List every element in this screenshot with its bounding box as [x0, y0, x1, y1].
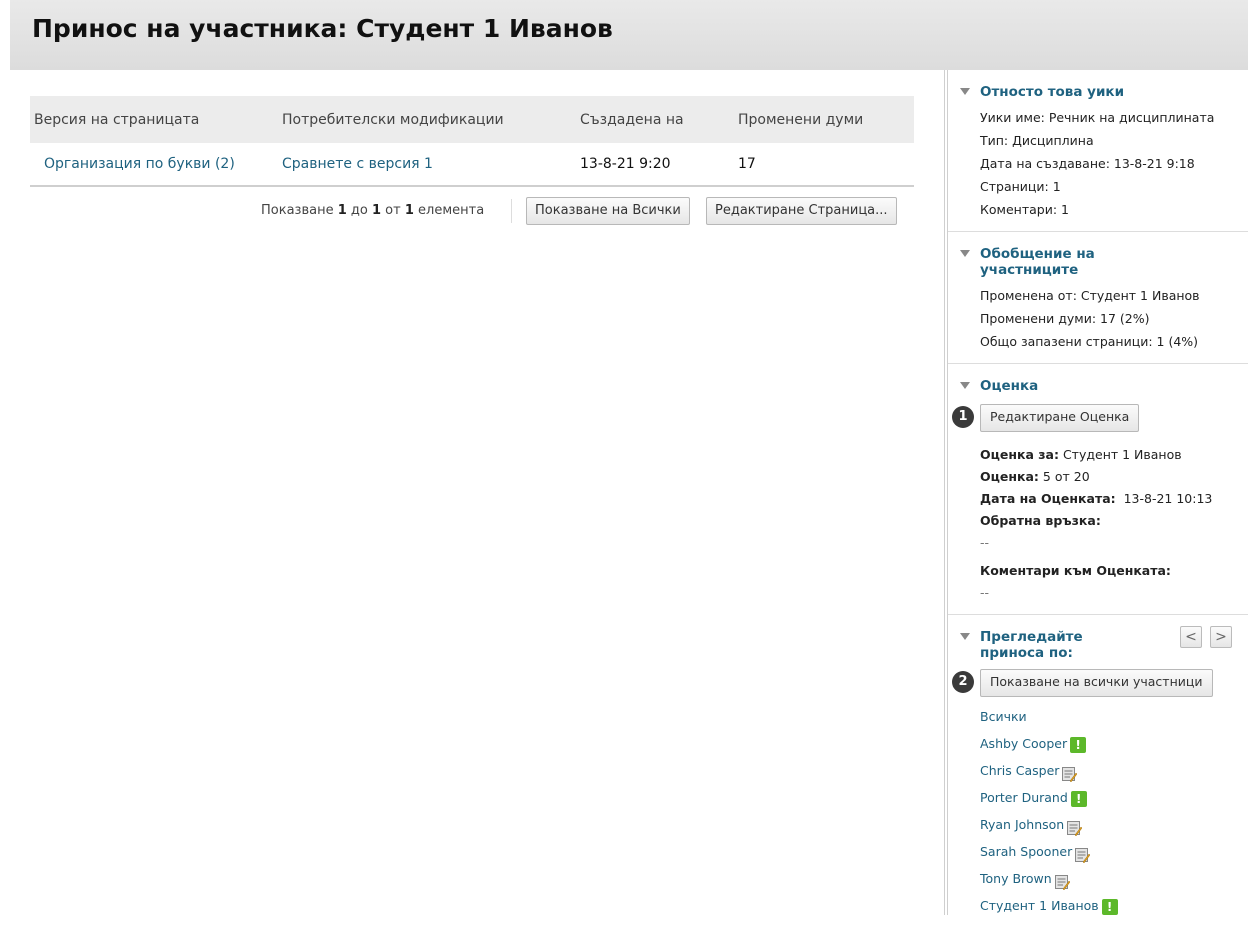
pagination-info: Показване 1 до 1 от 1 елемента: [261, 203, 485, 218]
wiki-type: Тип: Дисциплина: [980, 133, 1094, 148]
show-all-participants-button[interactable]: Показване на всички участници: [980, 669, 1213, 697]
wiki-name: Уики име: Речник на дисциплината: [980, 110, 1215, 125]
page-header: Принос на участника: Студент 1 Иванов: [10, 0, 1248, 70]
wiki-pages: Страници: 1: [980, 179, 1061, 194]
review-contribution-title: Прегледайте приноса по:: [980, 629, 1083, 661]
about-wiki-details: Уики име: Речник на дисциплината Тип: Ди…: [960, 106, 1238, 221]
participant-link[interactable]: Chris Casper: [980, 763, 1059, 778]
participant-link[interactable]: Tony Brown: [980, 871, 1052, 886]
show-all-participants-row: 2 Показване на всички участници: [952, 669, 1238, 697]
participant-summary-details: Променена от: Студент 1 Иванов Променени…: [960, 284, 1238, 353]
list-item: Porter Durand!: [980, 784, 1238, 811]
sidebar: Относто това уики Уики име: Речник на ди…: [948, 70, 1248, 929]
graded-note-icon: [1062, 764, 1078, 782]
participant-summary-toggle[interactable]: Обобщение на участниците: [960, 246, 1238, 278]
compare-version-link[interactable]: Сравнете с версия 1: [282, 156, 433, 172]
table-row: Организация по букви (2) Сравнете с верс…: [30, 143, 914, 187]
callout-badge-2: 2: [952, 671, 974, 693]
callout-badge-1: 1: [952, 406, 974, 428]
grade-toggle[interactable]: Оценка: [960, 378, 1238, 394]
show-all-button[interactable]: Показване на Всички: [526, 197, 690, 225]
grade-title: Оценка: [980, 378, 1039, 394]
pager-divider: [511, 199, 512, 223]
grade-comments-label: Коментари към Оценката:: [980, 563, 1171, 578]
needs-grading-icon: !: [1070, 790, 1087, 807]
grade-for: Оценка за: Студент 1 Иванов: [980, 447, 1182, 462]
main-content: Версия на страницата Потребителски модиф…: [30, 96, 914, 229]
participant-link[interactable]: Студент 1 Иванов: [980, 898, 1099, 913]
edit-grade-button[interactable]: Редактиране Оценка: [980, 404, 1140, 432]
grade-comments-value: --: [980, 585, 990, 600]
column-header-words: Променени думи: [738, 111, 864, 128]
needs-grading-icon: !: [1101, 898, 1118, 915]
participant-link[interactable]: Porter Durand: [980, 790, 1068, 805]
list-item: Tony Brown: [980, 865, 1238, 892]
about-wiki-toggle[interactable]: Относто това уики: [960, 84, 1238, 100]
collapse-triangle-icon: [960, 88, 970, 95]
wiki-created: Дата на създаване: 13-8-21 9:18: [980, 156, 1195, 171]
participant-list: Всички Ashby Cooper! Chris Casper Porter…: [960, 703, 1238, 919]
collapse-triangle-icon: [960, 633, 970, 640]
column-header-version: Версия на страницата: [34, 111, 200, 128]
collapse-triangle-icon: [960, 382, 970, 389]
participant-link[interactable]: Sarah Spooner: [980, 844, 1072, 859]
graded-note-icon: [1054, 872, 1071, 890]
grade-section: Оценка 1 Редактиране Оценка Оценка за: С…: [948, 364, 1248, 615]
wiki-comments: Коментари: 1: [980, 202, 1069, 217]
table-header: Версия на страницата Потребителски модиф…: [30, 96, 914, 143]
collapse-triangle-icon: [960, 250, 970, 257]
participant-summary-title: Обобщение на участниците: [980, 246, 1095, 278]
pages-saved: Общо запазени страници: 1 (4%): [980, 334, 1199, 349]
created-date: 13-8-21 9:20: [580, 156, 671, 172]
needs-grading-icon: !: [1070, 736, 1087, 753]
graded-note-icon: [1075, 845, 1091, 863]
list-item: Ashby Cooper!: [980, 730, 1238, 757]
page-version-link[interactable]: Организация по букви (2): [44, 156, 235, 172]
about-wiki-section: Относто това уики Уики име: Речник на ди…: [948, 70, 1248, 232]
feedback-value: --: [980, 535, 990, 550]
feedback-label: Обратна връзка:: [980, 513, 1101, 528]
participant-summary-section: Обобщение на участниците Променена от: С…: [948, 232, 1248, 364]
about-wiki-title: Относто това уики: [980, 84, 1125, 100]
list-item: Sarah Spooner: [980, 838, 1238, 865]
list-item: Ryan Johnson: [980, 811, 1238, 838]
grade-value: Оценка: 5 от 20: [980, 469, 1090, 484]
participant-link[interactable]: Ashby Cooper: [980, 736, 1067, 751]
words-changed: Променени думи: 17 (2%): [980, 311, 1150, 326]
column-header-modifications: Потребителски модификации: [282, 111, 504, 128]
sidebar-divider: [944, 70, 945, 915]
grade-edit-row: 1 Редактиране Оценка: [952, 404, 1238, 432]
pagination: Показване 1 до 1 от 1 елемента Показване…: [30, 195, 914, 229]
next-participant-button[interactable]: >: [1210, 626, 1232, 648]
grade-date: Дата на Оценката: 13-8-21 10:13: [980, 491, 1213, 506]
column-header-created: Създадена на: [580, 111, 684, 128]
review-contribution-section: Прегледайте приноса по: < > 2 Показване …: [948, 615, 1248, 929]
edit-paging-button[interactable]: Редактиране Страница...: [706, 197, 897, 225]
participant-all-link[interactable]: Всички: [980, 709, 1027, 724]
modified-by: Променена от: Студент 1 Иванов: [980, 288, 1200, 303]
list-item: Chris Casper: [980, 757, 1238, 784]
changed-words: 17: [738, 156, 756, 172]
grade-details: Оценка за: Студент 1 Иванов Оценка: 5 от…: [960, 444, 1238, 604]
graded-note-icon: [1067, 818, 1083, 836]
page-title: Принос на участника: Студент 1 Иванов: [32, 14, 613, 43]
participant-link[interactable]: Ryan Johnson: [980, 817, 1064, 832]
previous-participant-button[interactable]: <: [1180, 626, 1202, 648]
